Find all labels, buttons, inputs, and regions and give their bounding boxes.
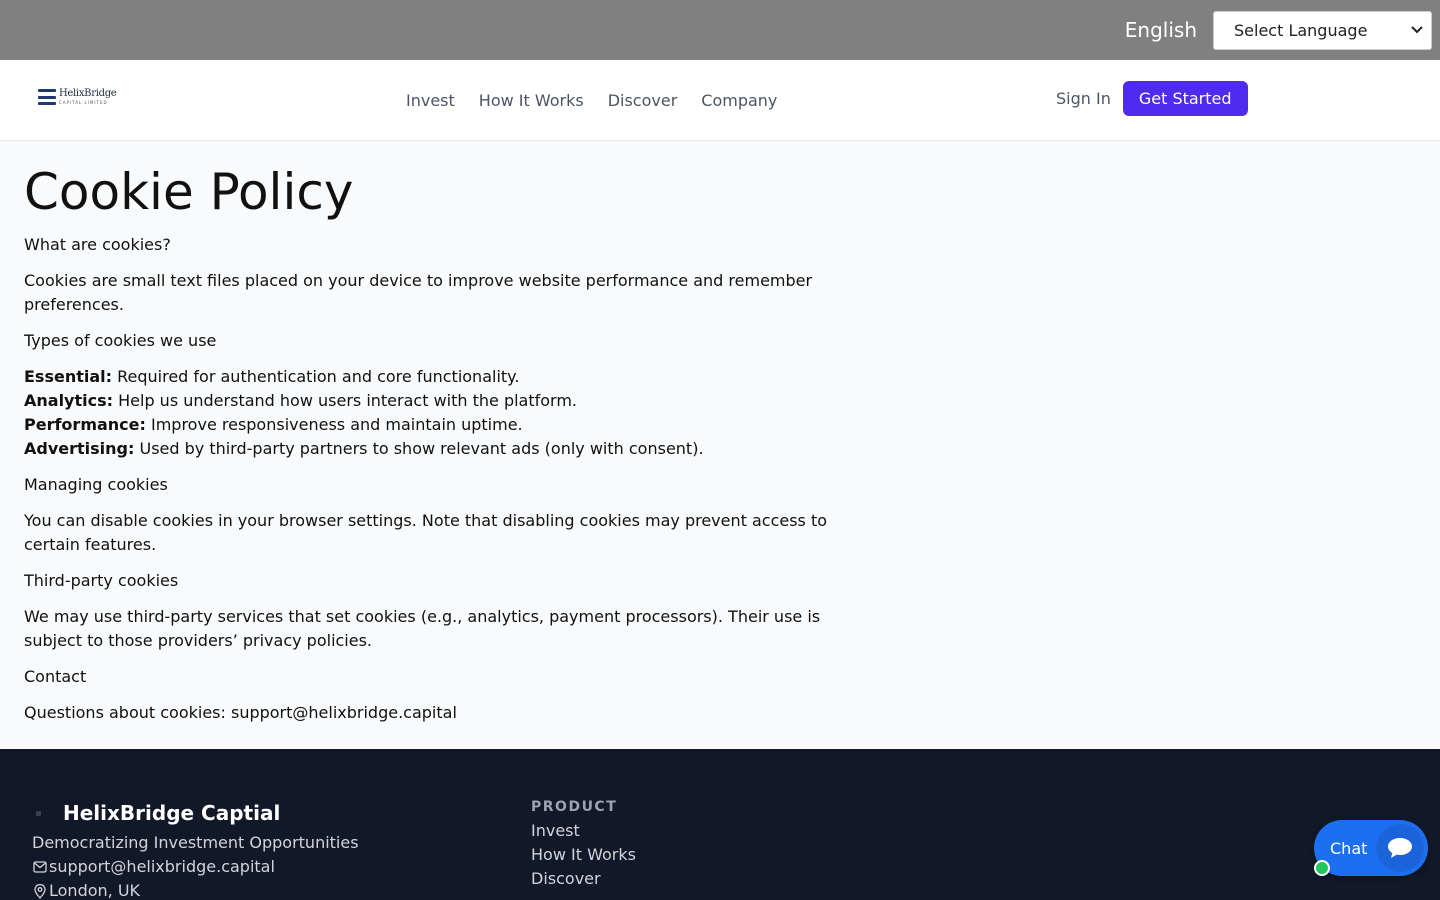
footer-product-heading: PRODUCT — [531, 799, 618, 815]
nav-links: Invest How It Works Discover Company — [406, 60, 777, 140]
cookie-type-label: Analytics: — [24, 391, 114, 410]
online-status-dot — [1314, 860, 1330, 876]
cookie-type-text: Used by third-party partners to show rel… — [134, 439, 704, 458]
language-bar: English Select Language — [0, 0, 1440, 60]
chat-bubble-icon — [1376, 824, 1424, 872]
sign-in-link[interactable]: Sign In — [1056, 89, 1111, 108]
cookie-policy-content: Cookie Policy What are cookies? Cookies … — [0, 141, 860, 725]
current-language: English — [1124, 18, 1197, 42]
cookie-type-item: Essential: Required for authentication a… — [24, 365, 836, 389]
footer-location: London, UK — [49, 881, 141, 900]
cookie-type-label: Performance: — [24, 415, 146, 434]
cookie-type-item: Analytics: Help us understand how users … — [24, 389, 836, 413]
section-heading-what: What are cookies? — [24, 235, 171, 254]
section-heading-contact: Contact — [24, 667, 87, 686]
footer-link-discover[interactable]: Discover — [531, 867, 636, 891]
map-pin-icon — [32, 883, 47, 899]
nav-actions: Sign In Get Started — [1056, 81, 1248, 116]
cookie-type-text: Required for authentication and core fun… — [112, 367, 520, 386]
footer-tagline: Democratizing Investment Opportunities — [32, 833, 359, 852]
footer-email-row: support@helixbridge.capital — [32, 855, 359, 879]
main-navbar: HelixBridge CAPITAL LIMITED Invest How I… — [0, 60, 1440, 141]
section-heading-types: Types of cookies we use — [24, 331, 217, 350]
language-select[interactable]: Select Language — [1213, 10, 1432, 50]
nav-discover[interactable]: Discover — [608, 91, 678, 110]
logo-icon — [38, 89, 56, 105]
section-body-what: Cookies are small text files placed on y… — [24, 271, 813, 314]
footer-brand: HelixBridge Captial Democratizing Invest… — [32, 801, 359, 900]
chevron-down-icon — [1411, 24, 1423, 37]
footer-brand-title: HelixBridge Captial — [63, 801, 281, 825]
language-select-value: Select Language — [1234, 20, 1368, 40]
section-heading-third-party: Third-party cookies — [24, 571, 179, 590]
mail-icon — [32, 860, 47, 875]
footer-product-column: PRODUCT Invest How It Works Discover — [531, 799, 636, 891]
site-footer: HelixBridge Captial Democratizing Invest… — [0, 749, 1440, 900]
section-body-third-party: We may use third-party services that set… — [24, 607, 821, 650]
cookie-type-label: Essential: — [24, 367, 113, 386]
footer-email[interactable]: support@helixbridge.capital — [49, 855, 275, 879]
cookie-type-text: Help us understand how users interact wi… — [113, 391, 578, 410]
cookie-type-label: Advertising: — [24, 439, 135, 458]
nav-invest[interactable]: Invest — [406, 91, 455, 110]
cookie-type-item: Advertising: Used by third-party partner… — [24, 437, 836, 461]
nav-company[interactable]: Company — [701, 91, 777, 110]
section-body-managing: You can disable cookies in your browser … — [24, 511, 828, 554]
cookie-types-list: Essential: Required for authentication a… — [24, 365, 836, 461]
logo-name: HelixBridge — [59, 88, 117, 99]
footer-link-invest[interactable]: Invest — [531, 819, 636, 843]
brand-logo[interactable]: HelixBridge CAPITAL LIMITED — [38, 88, 117, 105]
footer-location-row: London, UK — [32, 879, 359, 900]
footer-link-how-it-works[interactable]: How It Works — [531, 843, 636, 867]
chat-label: Chat — [1330, 838, 1368, 858]
footer-logo-icon — [36, 810, 41, 816]
cookie-type-item: Performance: Improve responsiveness and … — [24, 413, 836, 437]
chat-widget-button[interactable]: Chat — [1314, 820, 1428, 876]
section-body-contact: Questions about cookies: support@helixbr… — [24, 703, 457, 722]
page-title: Cookie Policy — [24, 163, 354, 221]
cookie-type-text: Improve responsiveness and maintain upti… — [145, 415, 523, 434]
nav-how-it-works[interactable]: How It Works — [479, 91, 584, 110]
get-started-button[interactable]: Get Started — [1122, 81, 1248, 116]
logo-subtitle: CAPITAL LIMITED — [59, 100, 108, 105]
section-heading-managing: Managing cookies — [24, 475, 168, 494]
